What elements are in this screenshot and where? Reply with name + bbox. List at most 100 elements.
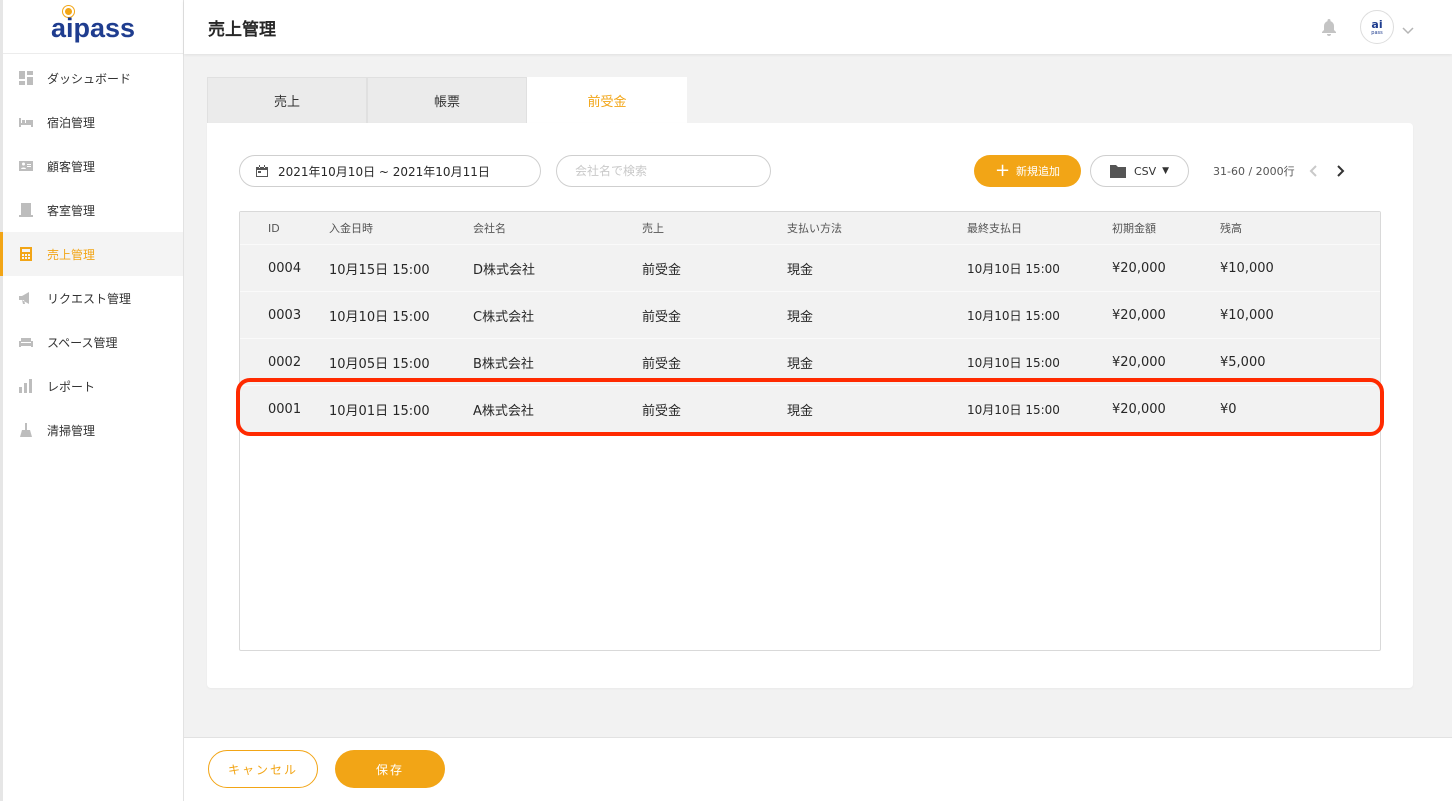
cell-company: B株式会社: [473, 356, 534, 372]
sidebar-item-customers[interactable]: 顧客管理: [3, 144, 183, 188]
sidebar-item-label: 宿泊管理: [47, 115, 96, 130]
sidebar-item-label: リクエスト管理: [47, 291, 132, 306]
table-header: ID 入金日時 会社名 売上 支払い方法 最終支払日 初期金額 残高: [240, 212, 1380, 244]
cell-sales: 前受金: [642, 403, 682, 419]
cell-last-payment: 10月10日 15:00: [967, 261, 1060, 276]
column-header-sales[interactable]: 売上: [642, 220, 664, 236]
company-search-input[interactable]: [556, 155, 771, 187]
cell-company: C株式会社: [473, 309, 535, 325]
bed-icon: [19, 115, 33, 129]
column-header-payment-method[interactable]: 支払い方法: [787, 220, 842, 236]
logo-text: aipass: [50, 13, 136, 43]
page-title: 売上管理: [208, 19, 276, 40]
csv-label: CSV: [1133, 164, 1157, 178]
pagination: 31-60 / 2000行: [1213, 155, 1347, 187]
cell-balance: ¥5,000: [1220, 354, 1266, 370]
cell-balance: ¥10,000: [1220, 260, 1274, 276]
avatar-text: ai: [1371, 17, 1383, 31]
sidebar-item-label: 顧客管理: [47, 159, 96, 174]
door-icon: [19, 203, 33, 217]
calendar-icon: [256, 165, 268, 177]
cell-payment-method: 現金: [787, 403, 814, 419]
cell-sales: 前受金: [642, 356, 682, 372]
column-header-balance[interactable]: 残高: [1220, 220, 1242, 236]
column-header-deposit-date[interactable]: 入金日時: [329, 220, 373, 236]
bar-chart-icon: [19, 379, 33, 393]
tab-bar: 売上 帳票 前受金: [207, 77, 687, 123]
sidebar-item-label: レポート: [47, 379, 96, 394]
cancel-button[interactable]: キャンセル: [208, 750, 318, 788]
cell-last-payment: 10月10日 15:00: [967, 402, 1060, 417]
chevron-left-icon[interactable]: [1307, 164, 1321, 178]
column-header-company[interactable]: 会社名: [473, 220, 506, 236]
cell-balance: ¥0: [1220, 401, 1237, 417]
sofa-icon: [19, 335, 33, 349]
sidebar-item-cleaning[interactable]: 清掃管理: [3, 408, 183, 452]
date-range-text: 2021年10月10日 ~ 2021年10月11日: [278, 164, 490, 179]
cell-initial-amount: ¥20,000: [1112, 354, 1166, 370]
table-row[interactable]: 0003 10月10日 15:00 C株式会社 前受金 現金 10月10日 15…: [240, 291, 1380, 338]
logo[interactable]: aipass: [3, 0, 183, 54]
table-row[interactable]: 0004 10月15日 15:00 D株式会社 前受金 現金 10月10日 15…: [240, 244, 1380, 291]
csv-button[interactable]: CSV ▼: [1090, 155, 1189, 187]
save-button[interactable]: 保存: [335, 750, 445, 788]
tab-advance-payment[interactable]: 前受金: [527, 77, 687, 123]
column-header-id[interactable]: ID: [268, 222, 280, 235]
sidebar-item-rooms[interactable]: 客室管理: [3, 188, 183, 232]
sidebar-item-reports[interactable]: レポート: [3, 364, 183, 408]
sidebar-item-spaces[interactable]: スペース管理: [3, 320, 183, 364]
tab-ledger[interactable]: 帳票: [367, 77, 527, 123]
cell-sales: 前受金: [642, 309, 682, 325]
sidebar-nav: ダッシュボード 宿泊管理 顧客管理 客室管理 売上管理 リクエスト管理 スペース…: [0, 54, 183, 452]
cell-sales: 前受金: [642, 262, 682, 278]
column-header-last-payment[interactable]: 最終支払日: [967, 220, 1022, 236]
footer-bar: キャンセル 保存: [184, 737, 1452, 801]
avatar-subtext: pass: [1371, 29, 1383, 36]
sidebar-item-label: 売上管理: [47, 247, 96, 262]
dashboard-icon: [19, 71, 33, 85]
cell-initial-amount: ¥20,000: [1112, 260, 1166, 276]
sidebar: aipass ダッシュボード 宿泊管理 顧客管理 客室管理 売上管理 リクエスト…: [0, 0, 184, 801]
tab-sales[interactable]: 売上: [207, 77, 367, 123]
cell-company: D株式会社: [473, 262, 536, 278]
chevron-right-icon[interactable]: [1333, 164, 1347, 178]
add-new-label: 新規追加: [1016, 165, 1061, 178]
chevron-down-icon[interactable]: [1402, 21, 1414, 35]
header: 売上管理 ai pass: [184, 0, 1452, 54]
sidebar-item-label: 清掃管理: [47, 423, 96, 438]
caret-down-icon: ▼: [1162, 166, 1170, 176]
cell-id: 0003: [268, 307, 302, 323]
cell-initial-amount: ¥20,000: [1112, 307, 1166, 323]
megaphone-icon: [19, 291, 33, 305]
cell-company: A株式会社: [473, 403, 534, 419]
date-range-picker[interactable]: 2021年10月10日 ~ 2021年10月11日: [239, 155, 541, 187]
id-card-icon: [19, 159, 33, 173]
cell-payment-method: 現金: [787, 262, 814, 278]
sidebar-item-label: 客室管理: [47, 203, 96, 218]
plus-icon: +: [994, 160, 1011, 181]
cell-deposit-date: 10月05日 15:00: [329, 356, 430, 372]
column-header-initial-amount[interactable]: 初期金額: [1112, 220, 1156, 236]
cell-initial-amount: ¥20,000: [1112, 401, 1166, 417]
content-card: 2021年10月10日 ~ 2021年10月11日 + 新規追加 CSV ▼ 3…: [207, 123, 1413, 688]
avatar[interactable]: ai pass: [1360, 10, 1394, 44]
table-row[interactable]: 0002 10月05日 15:00 B株式会社 前受金 現金 10月10日 15…: [240, 338, 1380, 385]
sidebar-item-dashboard[interactable]: ダッシュボード: [3, 56, 183, 100]
add-new-button[interactable]: + 新規追加: [974, 155, 1081, 187]
broom-icon: [19, 423, 33, 437]
pagination-text: 31-60 / 2000行: [1213, 165, 1295, 178]
table-row-highlighted[interactable]: 0001 10月01日 15:00 A株式会社 前受金 現金 10月10日 15…: [240, 385, 1380, 432]
advance-payment-table: ID 入金日時 会社名 売上 支払い方法 最終支払日 初期金額 残高 0004 …: [239, 211, 1381, 651]
calculator-icon: [19, 247, 33, 261]
cell-last-payment: 10月10日 15:00: [967, 308, 1060, 323]
cell-id: 0001: [268, 401, 302, 417]
sidebar-item-sales[interactable]: 売上管理: [0, 232, 183, 276]
sidebar-item-lodging[interactable]: 宿泊管理: [3, 100, 183, 144]
sidebar-item-requests[interactable]: リクエスト管理: [3, 276, 183, 320]
folder-icon: [1109, 164, 1126, 178]
cell-last-payment: 10月10日 15:00: [967, 355, 1060, 370]
header-actions: ai pass: [1320, 0, 1414, 54]
bell-icon[interactable]: [1320, 18, 1338, 36]
sidebar-item-label: ダッシュボード: [47, 71, 132, 86]
cell-balance: ¥10,000: [1220, 307, 1274, 323]
